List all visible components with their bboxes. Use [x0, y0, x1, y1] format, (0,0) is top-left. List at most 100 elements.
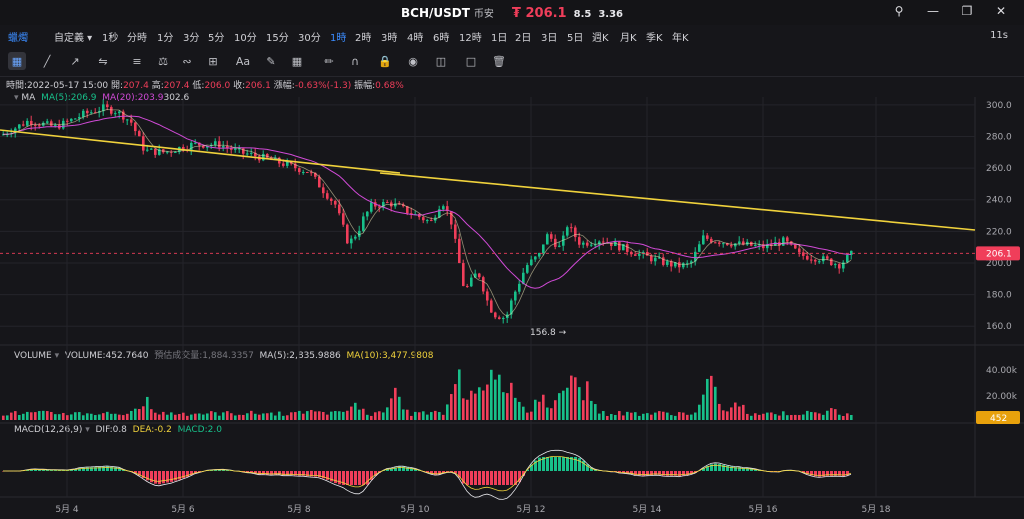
- volume-bar: [358, 409, 361, 420]
- macd-bar: [350, 471, 353, 485]
- candle: [590, 244, 593, 246]
- candle: [430, 220, 433, 222]
- volume-bar: [662, 411, 665, 420]
- macd-bar: [818, 471, 821, 477]
- candle: [822, 256, 825, 262]
- volume-bar: [770, 412, 773, 420]
- volume-bar: [46, 411, 49, 420]
- volume-bar: [470, 390, 473, 420]
- volume-bar: [546, 407, 549, 420]
- volume-bar: [110, 413, 113, 420]
- volume-bar: [314, 411, 317, 420]
- macd-bar: [486, 471, 489, 485]
- volume-bar: [106, 411, 109, 420]
- volume-bar: [262, 413, 265, 420]
- volume-bar: [706, 378, 709, 420]
- volume-bar: [814, 412, 817, 420]
- volume-bar: [94, 415, 97, 420]
- volume-bar: [62, 412, 65, 420]
- candle: [66, 120, 69, 122]
- candle: [426, 220, 429, 222]
- volume-bar: [810, 412, 813, 420]
- candle: [798, 248, 801, 253]
- candle: [390, 202, 393, 207]
- volume-bar: [182, 412, 185, 420]
- price-axis-label: 220.0: [986, 227, 1012, 237]
- volume-bar: [626, 411, 629, 420]
- volume-bar: [346, 410, 349, 420]
- volume-bar: [562, 390, 565, 420]
- candle: [806, 255, 809, 260]
- volume-bar: [302, 413, 305, 420]
- macd-bar: [162, 471, 165, 484]
- candle: [466, 285, 469, 287]
- volume-bar: [170, 412, 173, 420]
- macd-bar: [562, 457, 565, 471]
- candle: [830, 258, 833, 265]
- volume-bar: [226, 411, 229, 420]
- volume-bar: [462, 398, 465, 420]
- candle: [70, 118, 73, 122]
- volume-bar: [746, 413, 749, 420]
- candle: [50, 121, 53, 126]
- candle: [218, 141, 221, 148]
- volume-bar: [206, 413, 209, 420]
- volume-bar: [806, 410, 809, 420]
- volume-bar: [218, 415, 221, 420]
- candle: [730, 245, 733, 247]
- date-axis-label: 5月 18: [861, 504, 890, 515]
- volume-bar: [538, 401, 541, 420]
- candle: [142, 136, 145, 151]
- volume-bar: [734, 402, 737, 420]
- volume-bar: [414, 411, 417, 420]
- volume-bar: [162, 411, 165, 420]
- candle: [618, 241, 621, 251]
- macd-bar: [482, 471, 485, 485]
- volume-bar: [826, 410, 829, 420]
- volume-bar: [634, 412, 637, 420]
- chart-canvas[interactable]: 5月 4 5月 6 5月 8 5月 10 5月 12 5月 14 5月 16 5月 18 300…: [0, 0, 1024, 519]
- volume-bar: [418, 412, 421, 420]
- macd-bar: [546, 457, 549, 471]
- volume-bar: [586, 381, 589, 420]
- volume-bar: [398, 396, 401, 420]
- volume-bar: [254, 413, 257, 420]
- volume-bar: [670, 415, 673, 420]
- candle: [786, 237, 789, 242]
- date-axis-label: 5月 16: [748, 504, 777, 515]
- candle: [134, 122, 137, 132]
- volume-bar: [74, 412, 77, 420]
- macd-bar: [502, 471, 505, 485]
- volume-bar: [482, 390, 485, 420]
- candle: [22, 124, 25, 126]
- volume-bar: [322, 411, 325, 420]
- volume-bar: [190, 414, 193, 420]
- volume-bar: [118, 414, 121, 420]
- macd-bar: [474, 471, 477, 485]
- volume-bar: [86, 413, 89, 420]
- candle: [578, 237, 581, 245]
- candle: [114, 113, 117, 115]
- macd-dea-line: [3, 456, 852, 492]
- volume-bar: [642, 413, 645, 420]
- candle: [34, 124, 37, 126]
- volume-bar: [782, 411, 785, 420]
- volume-bar: [390, 398, 393, 420]
- trend-line-lower[interactable]: [379, 172, 976, 231]
- candle: [18, 124, 21, 129]
- candle: [454, 224, 457, 239]
- candle: [794, 244, 797, 249]
- candle: [54, 124, 57, 126]
- volume-bar: [242, 414, 245, 420]
- volume-axis-label: 40.00k: [986, 366, 1018, 376]
- candle: [126, 119, 129, 121]
- macd-bar: [550, 457, 553, 471]
- macd-bar: [354, 471, 357, 485]
- volume-bar: [230, 413, 233, 420]
- volume-bar: [618, 411, 621, 420]
- candle: [582, 242, 585, 245]
- volume-bar: [850, 414, 853, 420]
- candle: [666, 261, 669, 265]
- volume-bar: [22, 413, 25, 420]
- volume-bar: [186, 415, 189, 420]
